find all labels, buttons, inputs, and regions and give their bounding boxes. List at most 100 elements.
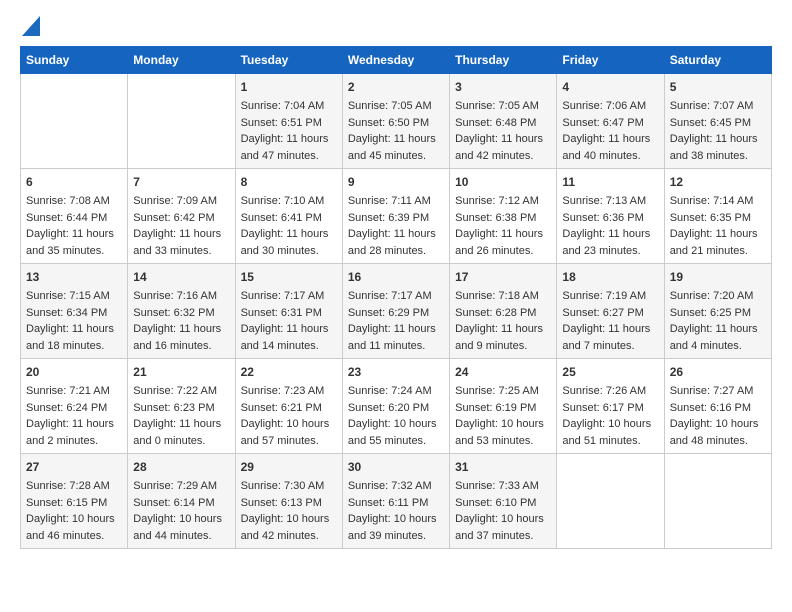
day-info-line: Sunrise: 7:16 AM: [133, 288, 229, 305]
day-info-line: Daylight: 11 hours and 35 minutes.: [26, 226, 122, 259]
day-info-line: Sunrise: 7:05 AM: [348, 98, 444, 115]
day-number: 10: [455, 173, 551, 191]
calendar-cell: 29Sunrise: 7:30 AMSunset: 6:13 PMDayligh…: [235, 454, 342, 549]
day-info-line: Sunrise: 7:24 AM: [348, 383, 444, 400]
header-cell-wednesday: Wednesday: [342, 47, 449, 74]
calendar-cell: 9 Sunrise: 7:11 AMSunset: 6:39 PMDaylight…: [342, 169, 449, 264]
day-info-line: Sunset: 6:47 PM: [562, 115, 658, 132]
day-number: 19: [670, 268, 766, 286]
calendar-cell: 27Sunrise: 7:28 AMSunset: 6:15 PMDayligh…: [21, 454, 128, 549]
day-info-line: Sunset: 6:24 PM: [26, 400, 122, 417]
day-info-line: Daylight: 11 hours and 16 minutes.: [133, 321, 229, 354]
day-number: 25: [562, 363, 658, 381]
day-number: 16: [348, 268, 444, 286]
day-info-line: Sunrise: 7:22 AM: [133, 383, 229, 400]
day-info-line: Sunset: 6:32 PM: [133, 305, 229, 322]
calendar-body: 1Sunrise: 7:04 AMSunset: 6:51 PMDaylight…: [21, 74, 772, 549]
day-info-line: Daylight: 10 hours and 42 minutes.: [241, 511, 337, 544]
week-row-1: 1Sunrise: 7:04 AMSunset: 6:51 PMDaylight…: [21, 74, 772, 169]
day-info-line: Daylight: 11 hours and 28 minutes.: [348, 226, 444, 259]
calendar-cell: 4Sunrise: 7:06 AMSunset: 6:47 PMDaylight…: [557, 74, 664, 169]
calendar-cell: 11Sunrise: 7:13 AMSunset: 6:36 PMDayligh…: [557, 169, 664, 264]
day-number: 23: [348, 363, 444, 381]
calendar-cell: [21, 74, 128, 169]
day-info-line: Daylight: 10 hours and 46 minutes.: [26, 511, 122, 544]
day-number: 26: [670, 363, 766, 381]
logo-triangle-icon: [22, 16, 40, 36]
week-row-4: 20Sunrise: 7:21 AMSunset: 6:24 PMDayligh…: [21, 359, 772, 454]
day-number: 21: [133, 363, 229, 381]
calendar-cell: 17Sunrise: 7:18 AMSunset: 6:28 PMDayligh…: [450, 264, 557, 359]
day-number: 6: [26, 173, 122, 191]
header-cell-saturday: Saturday: [664, 47, 771, 74]
calendar-cell: 22Sunrise: 7:23 AMSunset: 6:21 PMDayligh…: [235, 359, 342, 454]
day-info-line: Sunset: 6:35 PM: [670, 210, 766, 227]
day-number: 4: [562, 78, 658, 96]
day-info-line: Sunset: 6:13 PM: [241, 495, 337, 512]
logo: [20, 20, 40, 36]
day-info-line: Daylight: 10 hours and 48 minutes.: [670, 416, 766, 449]
day-info-line: Sunrise: 7:27 AM: [670, 383, 766, 400]
week-row-2: 6Sunrise: 7:08 AMSunset: 6:44 PMDaylight…: [21, 169, 772, 264]
calendar-cell: 8Sunrise: 7:10 AMSunset: 6:41 PMDaylight…: [235, 169, 342, 264]
day-info-line: Sunset: 6:28 PM: [455, 305, 551, 322]
day-info-line: Sunrise: 7:23 AM: [241, 383, 337, 400]
day-info-line: Sunset: 6:19 PM: [455, 400, 551, 417]
day-info-line: Sunrise: 7:11 AM: [348, 193, 444, 210]
calendar-cell: 7Sunrise: 7:09 AMSunset: 6:42 PMDaylight…: [128, 169, 235, 264]
calendar-header: SundayMondayTuesdayWednesdayThursdayFrid…: [21, 47, 772, 74]
day-info-line: Daylight: 11 hours and 33 minutes.: [133, 226, 229, 259]
day-info-line: Sunrise: 7:18 AM: [455, 288, 551, 305]
day-number: 14: [133, 268, 229, 286]
calendar-cell: 13Sunrise: 7:15 AMSunset: 6:34 PMDayligh…: [21, 264, 128, 359]
day-number: 22: [241, 363, 337, 381]
calendar-table: SundayMondayTuesdayWednesdayThursdayFrid…: [20, 46, 772, 549]
calendar-cell: 2Sunrise: 7:05 AMSunset: 6:50 PMDaylight…: [342, 74, 449, 169]
calendar-cell: 18Sunrise: 7:19 AMSunset: 6:27 PMDayligh…: [557, 264, 664, 359]
day-number: 15: [241, 268, 337, 286]
day-info-line: Daylight: 11 hours and 38 minutes.: [670, 131, 766, 164]
day-info-line: Sunrise: 7:21 AM: [26, 383, 122, 400]
day-info-line: Daylight: 11 hours and 30 minutes.: [241, 226, 337, 259]
day-info-line: Sunset: 6:39 PM: [348, 210, 444, 227]
day-number: 3: [455, 78, 551, 96]
day-number: 18: [562, 268, 658, 286]
day-info-line: Daylight: 11 hours and 42 minutes.: [455, 131, 551, 164]
day-info-line: Sunset: 6:50 PM: [348, 115, 444, 132]
day-number: 30: [348, 458, 444, 476]
day-info-line: Sunrise: 7:14 AM: [670, 193, 766, 210]
day-info-line: Daylight: 11 hours and 11 minutes.: [348, 321, 444, 354]
day-info-line: Sunset: 6:45 PM: [670, 115, 766, 132]
day-info-line: Sunrise: 7:12 AM: [455, 193, 551, 210]
day-info-line: Sunrise: 7:06 AM: [562, 98, 658, 115]
day-info-line: Daylight: 11 hours and 23 minutes.: [562, 226, 658, 259]
day-info-line: Sunset: 6:48 PM: [455, 115, 551, 132]
day-number: 17: [455, 268, 551, 286]
day-info-line: Sunrise: 7:30 AM: [241, 478, 337, 495]
day-number: 8: [241, 173, 337, 191]
day-info-line: Sunrise: 7:10 AM: [241, 193, 337, 210]
day-info-line: Sunset: 6:14 PM: [133, 495, 229, 512]
day-number: 9: [348, 173, 444, 191]
day-info-line: Sunset: 6:21 PM: [241, 400, 337, 417]
day-info-line: Daylight: 11 hours and 21 minutes.: [670, 226, 766, 259]
calendar-cell: [128, 74, 235, 169]
day-info-line: Daylight: 10 hours and 55 minutes.: [348, 416, 444, 449]
day-info-line: Sunset: 6:15 PM: [26, 495, 122, 512]
day-info-line: Sunset: 6:27 PM: [562, 305, 658, 322]
day-number: 2: [348, 78, 444, 96]
day-info-line: Sunset: 6:16 PM: [670, 400, 766, 417]
calendar-cell: 19Sunrise: 7:20 AMSunset: 6:25 PMDayligh…: [664, 264, 771, 359]
day-info-line: Daylight: 11 hours and 2 minutes.: [26, 416, 122, 449]
calendar-cell: 16Sunrise: 7:17 AMSunset: 6:29 PMDayligh…: [342, 264, 449, 359]
calendar-cell: 14 Sunrise: 7:16 AMSunset: 6:32 PMDayligh…: [128, 264, 235, 359]
day-info-line: Sunrise: 7:33 AM: [455, 478, 551, 495]
day-info-line: Sunset: 6:20 PM: [348, 400, 444, 417]
day-info-line: Sunset: 6:11 PM: [348, 495, 444, 512]
day-info-line: Daylight: 11 hours and 18 minutes.: [26, 321, 122, 354]
calendar-cell: 24Sunrise: 7:25 AMSunset: 6:19 PMDayligh…: [450, 359, 557, 454]
day-info-line: Sunrise: 7:15 AM: [26, 288, 122, 305]
calendar-cell: 12Sunrise: 7:14 AMSunset: 6:35 PMDayligh…: [664, 169, 771, 264]
day-info-line: Daylight: 11 hours and 47 minutes.: [241, 131, 337, 164]
day-info-line: Daylight: 11 hours and 14 minutes.: [241, 321, 337, 354]
